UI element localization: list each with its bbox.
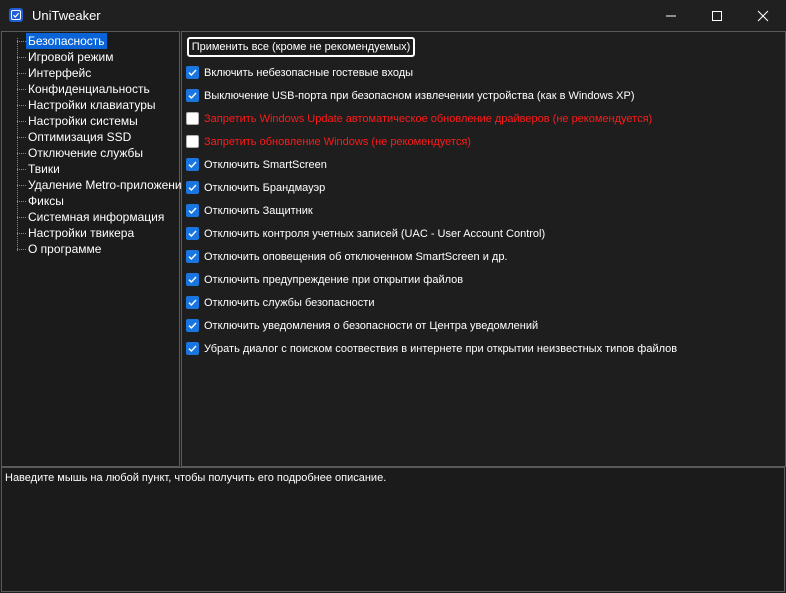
sidebar-item-label: О программе [28, 242, 102, 256]
option-row[interactable]: Запретить Windows Update автоматическое … [186, 111, 776, 127]
sidebar-item-label: Игровой режим [28, 50, 114, 64]
apply-all-button[interactable]: Применить все (кроме не рекомендуемых) [187, 37, 415, 57]
sidebar-item-metro-apps[interactable]: Удаление Metro-приложений [17, 177, 189, 193]
check-icon [188, 184, 197, 192]
sidebar-item-fixes[interactable]: Фиксы [17, 193, 187, 209]
check-icon [188, 161, 197, 169]
check-icon [188, 345, 197, 353]
option-row[interactable]: Убрать диалог с поиском соотвествия в ин… [186, 341, 776, 357]
option-label: Отключить службы безопасности [204, 297, 375, 309]
option-row[interactable]: Отключить SmartScreen [186, 157, 776, 173]
sidebar-item-tweaks[interactable]: Твики [17, 161, 187, 177]
maximize-icon [712, 11, 722, 21]
check-icon [188, 207, 197, 215]
sidebar-item-label: Безопасность [26, 33, 107, 49]
option-label: Отключить предупреждение при открытии фа… [204, 274, 464, 286]
check-icon [188, 230, 197, 238]
option-label: Отключить Защитник [204, 205, 313, 217]
check-icon [188, 69, 197, 77]
option-label: Убрать диалог с поиском соотвествия в ин… [204, 343, 678, 355]
checkbox[interactable] [186, 204, 199, 217]
option-row[interactable]: Включить небезопасные гостевые входы [186, 65, 776, 81]
checkbox[interactable] [186, 227, 199, 240]
window-title: UniTweaker [32, 8, 101, 23]
sidebar-item-security[interactable]: Безопасность [17, 33, 187, 49]
option-label: Отключить контроля учетных записей (UAC … [204, 228, 546, 240]
option-row[interactable]: Отключить Брандмауэр [186, 180, 776, 196]
sidebar-item-keyboard[interactable]: Настройки клавиатуры [17, 97, 187, 113]
sidebar-item-privacy[interactable]: Конфиденциальность [17, 81, 187, 97]
option-row[interactable]: Отключить Защитник [186, 203, 776, 219]
sidebar-item-system-info[interactable]: Системная информация [17, 209, 187, 225]
sidebar-item-tweaker-settings[interactable]: Настройки твикера [17, 225, 187, 241]
option-row[interactable]: Отключить уведомления о безопасности от … [186, 318, 776, 334]
checkbox[interactable] [186, 89, 199, 102]
maximize-button[interactable] [694, 0, 740, 31]
option-label: Выключение USB-порта при безопасном извл… [204, 90, 635, 102]
sidebar-item-label: Удаление Metro-приложений [28, 178, 189, 192]
sidebar-tree: Безопасность Игровой режим Интерфейс Кон… [1, 31, 188, 467]
option-row[interactable]: Отключить службы безопасности [186, 295, 776, 311]
checkbox[interactable] [186, 250, 199, 263]
option-label: Запретить Windows Update автоматическое … [204, 113, 653, 125]
checkbox[interactable] [186, 66, 199, 79]
option-label: Запретить обновление Windows (не рекомен… [204, 136, 471, 148]
sidebar-item-label: Оптимизация SSD [28, 130, 132, 144]
option-row[interactable]: Выключение USB-порта при безопасном извл… [186, 88, 776, 104]
sidebar-item-label: Отключение службы [28, 146, 144, 160]
check-square-icon [9, 8, 23, 22]
check-icon [188, 322, 197, 330]
title-bar: UniTweaker [0, 0, 786, 31]
sidebar-item-label: Интерфейс [28, 66, 92, 80]
checkbox[interactable] [186, 158, 199, 171]
checkbox[interactable] [186, 273, 199, 286]
sidebar-item-game-mode[interactable]: Игровой режим [17, 49, 187, 65]
sidebar-item-label: Фиксы [28, 194, 64, 208]
close-button[interactable] [740, 0, 786, 31]
check-icon [188, 253, 197, 261]
checkbox[interactable] [186, 135, 199, 148]
option-row[interactable]: Отключить контроля учетных записей (UAC … [186, 226, 776, 242]
sidebar-item-label: Конфиденциальность [28, 82, 150, 96]
option-row[interactable]: Отключить предупреждение при открытии фа… [186, 272, 776, 288]
option-row[interactable]: Запретить обновление Windows (не рекомен… [186, 134, 776, 150]
minimize-button[interactable] [648, 0, 694, 31]
options-panel: Применить все (кроме не рекомендуемых) В… [181, 31, 786, 467]
description-text: Наведите мышь на любой пункт, чтобы полу… [5, 472, 387, 484]
checkbox[interactable] [186, 181, 199, 194]
sidebar-item-about[interactable]: О программе [17, 241, 187, 257]
sidebar-item-label: Настройки клавиатуры [28, 98, 156, 112]
checkbox[interactable] [186, 296, 199, 309]
sidebar-item-label: Настройки системы [28, 114, 138, 128]
option-label: Отключить SmartScreen [204, 159, 327, 171]
description-box: Наведите мышь на любой пункт, чтобы полу… [1, 467, 785, 592]
sidebar-item-system-settings[interactable]: Настройки системы [17, 113, 187, 129]
sidebar-item-label: Твики [28, 162, 60, 176]
close-icon [757, 10, 769, 22]
option-label: Отключить уведомления о безопасности от … [204, 320, 539, 332]
option-row[interactable]: Отключить оповещения об отключенном Smar… [186, 249, 776, 265]
option-label: Отключить Брандмауэр [204, 182, 326, 194]
minimize-icon [666, 15, 676, 17]
sidebar-item-label: Системная информация [28, 210, 165, 224]
checkbox[interactable] [186, 342, 199, 355]
checkbox[interactable] [186, 319, 199, 332]
sidebar-item-services[interactable]: Отключение службы [17, 145, 187, 161]
check-icon [188, 276, 197, 284]
option-label: Включить небезопасные гостевые входы [204, 67, 414, 79]
sidebar-item-ssd[interactable]: Оптимизация SSD [17, 129, 187, 145]
option-label: Отключить оповещения об отключенном Smar… [204, 251, 508, 263]
sidebar-item-label: Настройки твикера [28, 226, 135, 240]
checkbox[interactable] [186, 112, 199, 125]
check-icon [188, 299, 197, 307]
sidebar-item-interface[interactable]: Интерфейс [17, 65, 187, 81]
check-icon [188, 92, 197, 100]
